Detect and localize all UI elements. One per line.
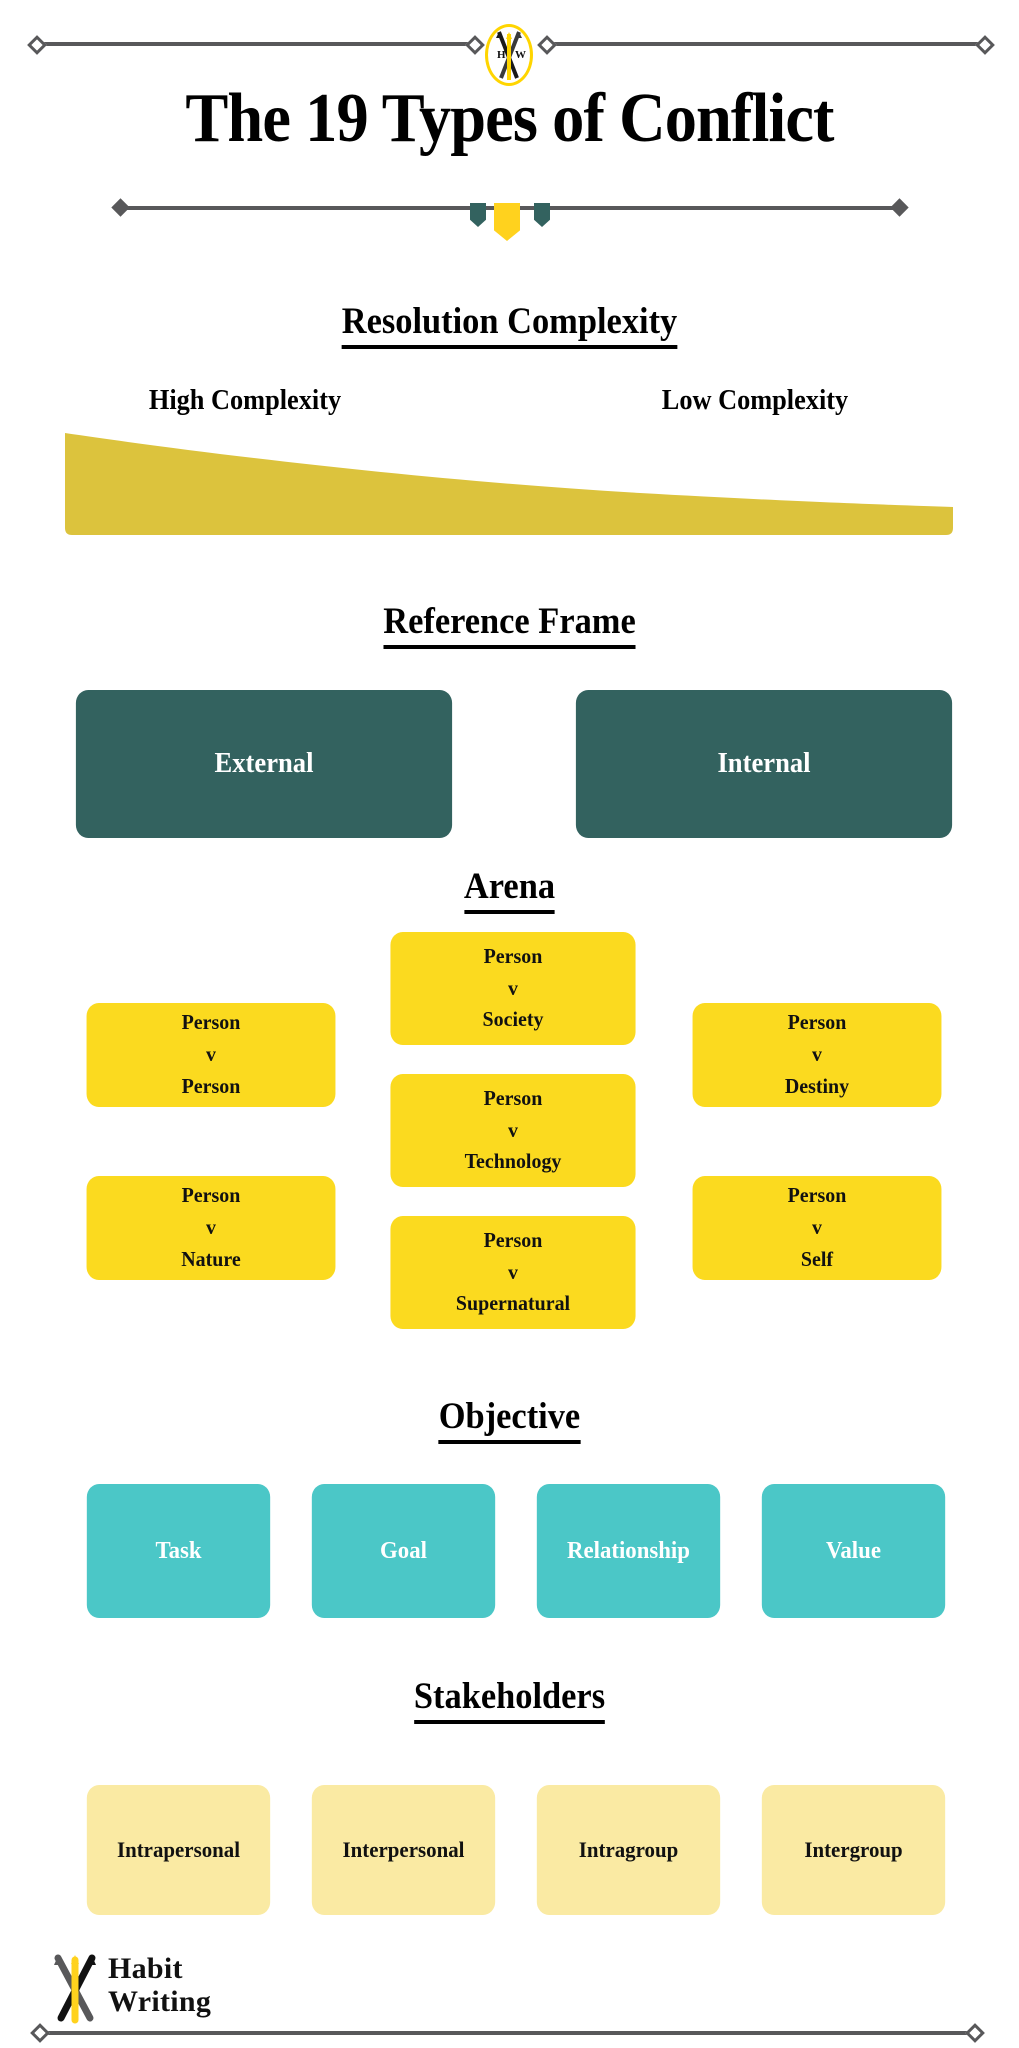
- card-person-v-society[interactable]: Person v Society: [390, 932, 636, 1045]
- card-line-b: Destiny: [784, 1073, 850, 1098]
- section-heading-label: Resolution Complexity: [341, 300, 678, 349]
- card-stakeholder-intrapersonal[interactable]: Intrapersonal: [86, 1785, 271, 1915]
- card-person-v-nature[interactable]: Person v Nature: [86, 1176, 336, 1280]
- pennant-icon: [534, 203, 550, 227]
- top-divider-line-right: [548, 42, 988, 46]
- section-heading-objective: Objective: [36, 1395, 984, 1444]
- complexity-wedge-chart: [0, 425, 1019, 540]
- pennant-center-icon: [494, 203, 520, 241]
- diamond-endpoint-icon: [30, 2023, 50, 2043]
- diamond-endpoint-icon: [890, 198, 909, 217]
- card-person-v-supernatural[interactable]: Person v Supernatural: [390, 1216, 636, 1329]
- section-heading-label: Reference Frame: [383, 600, 636, 649]
- card-objective-relationship[interactable]: Relationship: [536, 1484, 721, 1618]
- card-line-b: Society: [482, 1007, 544, 1032]
- card-line-a: Person: [483, 1085, 543, 1110]
- card-line-a: Person: [181, 1183, 241, 1208]
- svg-text:H: H: [497, 49, 506, 61]
- section-heading-label: Stakeholders: [413, 1675, 606, 1724]
- card-line-v: v: [811, 1042, 822, 1067]
- card-line-a: Person: [787, 1183, 847, 1208]
- card-line-a: Person: [181, 1010, 241, 1035]
- card-line-v: v: [811, 1215, 822, 1240]
- brand-line-2: Writing: [108, 1985, 212, 2018]
- card-label: Intergroup: [804, 1837, 903, 1862]
- card-label: Intrapersonal: [116, 1837, 241, 1862]
- wedge-shape: [65, 433, 953, 535]
- card-person-v-destiny[interactable]: Person v Destiny: [692, 1003, 942, 1107]
- card-label: Relationship: [567, 1537, 690, 1564]
- card-objective-task[interactable]: Task: [86, 1484, 271, 1618]
- card-line-b: Supernatural: [455, 1291, 571, 1316]
- card-line-v: v: [205, 1042, 216, 1067]
- svg-text:W: W: [515, 49, 526, 61]
- card-label: Intragroup: [578, 1837, 679, 1862]
- card-label: Task: [155, 1537, 202, 1564]
- crossed-pens-icon: [54, 1954, 96, 2024]
- card-label: Internal: [717, 748, 811, 779]
- card-line-b: Self: [800, 1246, 834, 1271]
- card-person-v-person[interactable]: Person v Person: [86, 1003, 336, 1107]
- section-heading-reference-frame: Reference Frame: [36, 600, 984, 649]
- diamond-endpoint-icon: [965, 2023, 985, 2043]
- section-heading-stakeholders: Stakeholders: [36, 1675, 984, 1724]
- top-divider: H W: [0, 22, 1019, 86]
- brand-line-1: Habit: [108, 1952, 183, 1985]
- card-stakeholder-intergroup[interactable]: Intergroup: [761, 1785, 946, 1915]
- card-line-b: Nature: [181, 1246, 241, 1271]
- card-internal[interactable]: Internal: [575, 690, 953, 838]
- card-label: Value: [826, 1537, 881, 1564]
- label-high-complexity: High Complexity: [148, 385, 342, 416]
- card-label: Interpersonal: [342, 1837, 465, 1862]
- card-line-a: Person: [483, 1227, 543, 1252]
- card-line-v: v: [508, 975, 518, 1000]
- label-low-complexity: Low Complexity: [661, 385, 849, 416]
- section-heading-resolution-complexity: Resolution Complexity: [36, 300, 984, 349]
- card-line-a: Person: [787, 1010, 847, 1035]
- card-line-v: v: [507, 1117, 518, 1142]
- top-divider-line-left: [38, 42, 478, 46]
- infographic-page: H W The 19 Types of Conflict Resolution …: [0, 0, 1019, 2048]
- card-stakeholder-intragroup[interactable]: Intragroup: [536, 1785, 721, 1915]
- card-objective-value[interactable]: Value: [761, 1484, 946, 1618]
- diamond-endpoint-icon: [27, 35, 47, 55]
- card-objective-goal[interactable]: Goal: [311, 1484, 496, 1618]
- page-title: The 19 Types of Conflict: [185, 80, 834, 157]
- card-line-v: v: [508, 1259, 518, 1284]
- diamond-endpoint-icon: [111, 198, 130, 217]
- card-stakeholder-interpersonal[interactable]: Interpersonal: [311, 1785, 496, 1915]
- bottom-divider: [0, 2023, 1019, 2044]
- card-label: External: [214, 748, 314, 779]
- section-heading-label: Arena: [463, 865, 556, 914]
- card-line-v: v: [205, 1215, 216, 1240]
- diamond-endpoint-icon: [975, 35, 995, 55]
- card-person-v-technology[interactable]: Person v Technology: [390, 1074, 636, 1187]
- title-divider-ornament: [0, 188, 1019, 241]
- card-label: Goal: [380, 1537, 427, 1564]
- card-line-b: Person: [181, 1073, 241, 1098]
- card-person-v-self[interactable]: Person v Self: [692, 1176, 942, 1280]
- footer-brand-logo: Habit Writing: [46, 1952, 276, 2030]
- card-external[interactable]: External: [75, 690, 453, 838]
- pennant-icon: [470, 203, 486, 227]
- section-heading-label: Objective: [438, 1395, 581, 1444]
- bottom-divider-line: [42, 2031, 974, 2035]
- brand-wordmark: Habit Writing: [108, 1952, 211, 2018]
- section-heading-arena: Arena: [36, 865, 984, 914]
- card-line-b: Technology: [464, 1149, 562, 1174]
- card-line-a: Person: [483, 943, 543, 968]
